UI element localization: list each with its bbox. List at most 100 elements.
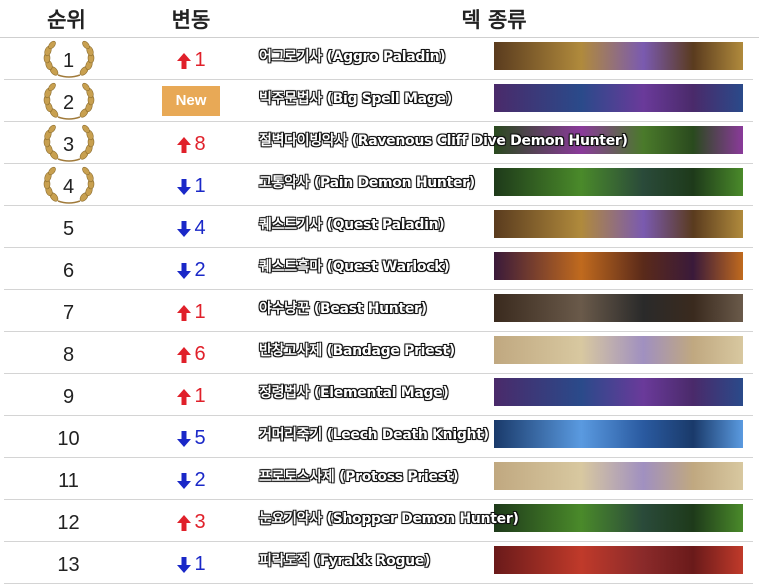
rank-cell: 5 [4,207,133,247]
change-value: 6 [194,343,206,365]
deck-hero-image [494,420,743,448]
deck-name[interactable]: 야수냥꾼 (Beast Hunter) [259,298,427,318]
new-badge: New [162,85,220,116]
deck-cell: 빅주문법사 (Big Spell Mage) [249,80,753,121]
table-header: 순위 변동 덱 종류 [0,0,759,38]
table-row: 10 5 거머리죽기 (Leech Death Knight) [4,416,753,458]
arrow-down-icon [176,262,192,280]
deck-name[interactable]: 눈요기악사 (Shopper Demon Hunter) [259,508,519,528]
header-rank: 순위 [47,7,86,32]
change-cell: 8 [133,129,249,156]
table-row: 11 2 프로토스사제 (Protoss Priest) [4,458,753,500]
deck-hero-image [494,42,743,70]
deck-name[interactable]: 고통악사 (Pain Demon Hunter) [259,172,475,192]
rank-number: 1 [62,50,75,72]
rank-wrap: 9 [39,375,99,415]
rank-wrap: 2 [39,81,99,121]
arrow-up-icon [176,136,192,154]
arrow-up-icon [176,346,192,364]
rank-change: 6 [176,343,206,366]
rank-cell: 7 [4,291,133,331]
deck-cell: 고통악사 (Pain Demon Hunter) [249,164,753,205]
deck-name[interactable]: 피락도적 (Fyrakk Rogue) [259,550,430,570]
rank-number: 11 [58,470,79,492]
rank-change: 3 [176,511,206,534]
deck-name[interactable]: 퀘스트기사 (Quest Paladin) [259,214,445,234]
change-cell: 2 [133,465,249,492]
change-cell: 1 [133,171,249,198]
change-value: 5 [194,427,206,449]
change-cell: 1 [133,45,249,72]
deck-name[interactable]: 어그로기사 (Aggro Paladin) [259,46,446,66]
rank-wrap: 12 [39,501,99,541]
deck-cell: 퀘스트기사 (Quest Paladin) [249,206,753,247]
deck-name[interactable]: 절벽다이빙악사 (Ravenous Cliff Dive Demon Hunte… [259,130,628,150]
change-cell: 1 [133,381,249,408]
deck-cell: 반창고사제 (Bandage Priest) [249,332,753,373]
deck-name[interactable]: 거머리죽기 (Leech Death Knight) [259,424,489,444]
rank-number: 7 [62,302,75,324]
change-cell: 6 [133,339,249,366]
rank-change: 1 [176,301,206,324]
deck-name[interactable]: 반창고사제 (Bandage Priest) [259,340,455,360]
deck-hero-image [494,294,743,322]
arrow-down-icon [176,472,192,490]
table-row: 9 1 정령법사 (Elemental Mage) [4,374,753,416]
rank-number: 3 [62,134,75,156]
arrow-up-icon [176,388,192,406]
rank-cell: 8 [4,333,133,373]
rank-wrap: 8 [39,333,99,373]
deck-hero-image [494,336,743,364]
deck-cell: 눈요기악사 (Shopper Demon Hunter) [249,500,753,541]
rank-cell: 1 [4,39,133,79]
change-cell: 3 [133,507,249,534]
rank-change: 1 [176,49,206,72]
rank-number: 5 [62,218,75,240]
deck-name[interactable]: 프로토스사제 (Protoss Priest) [259,466,458,486]
rank-wrap: 6 [39,249,99,289]
deck-name[interactable]: 퀘스트흑마 (Quest Warlock) [259,256,450,276]
change-value: 1 [194,301,206,323]
deck-name[interactable]: 정령법사 (Elemental Mage) [259,382,449,402]
change-value: 3 [194,511,206,533]
deck-cell: 정령법사 (Elemental Mage) [249,374,753,415]
rank-wrap: 13 [39,543,99,583]
rank-number: 6 [62,260,75,282]
change-cell: 5 [133,423,249,450]
rank-wrap: 3 [39,123,99,163]
rank-wrap: 1 [39,39,99,79]
deck-name[interactable]: 빅주문법사 (Big Spell Mage) [259,88,452,108]
rank-cell: 6 [4,249,133,289]
rank-cell: 4 [4,165,133,205]
deck-cell: 퀘스트흑마 (Quest Warlock) [249,248,753,289]
table-row: 1 1 어그로기사 (Aggro Paladin) [4,38,753,80]
table-row: 5 4 퀘스트기사 (Quest Paladin) [4,206,753,248]
table-row: 3 8 절벽다이빙악사 (Ravenous Cliff Dive Demon Hun… [4,122,753,164]
deck-cell: 거머리죽기 (Leech Death Knight) [249,416,753,457]
change-value: 2 [194,259,206,281]
change-value: 1 [194,385,206,407]
header-change: 변동 [171,7,211,32]
change-value: 1 [194,175,206,197]
table-row: 4 1 고통악사 (Pain Demon Hunter) [4,164,753,206]
change-cell: New [133,85,249,116]
rank-wrap: 10 [39,417,99,457]
deck-cell: 프로토스사제 (Protoss Priest) [249,458,753,499]
rank-change: 1 [176,175,206,198]
rank-cell: 10 [4,417,133,457]
table-row: 13 1 피락도적 (Fyrakk Rogue) [4,542,753,584]
rank-change: 8 [176,133,206,156]
arrow-up-icon [176,514,192,532]
rank-number: 10 [57,428,80,450]
rank-cell: 13 [4,543,133,583]
rank-change: 5 [176,427,206,450]
deck-cell: 야수냥꾼 (Beast Hunter) [249,290,753,331]
table-row: 12 3 눈요기악사 (Shopper Demon Hunter) [4,500,753,542]
deck-cell: 피락도적 (Fyrakk Rogue) [249,542,753,583]
rank-cell: 2 [4,81,133,121]
rank-number: 4 [62,176,75,198]
table-body: 1 1 어그로기사 (Aggro Paladin) 2 New 빅주문법사 (Big S… [0,38,759,584]
deck-hero-image [494,84,743,112]
change-cell: 4 [133,213,249,240]
deck-hero-image [494,378,743,406]
